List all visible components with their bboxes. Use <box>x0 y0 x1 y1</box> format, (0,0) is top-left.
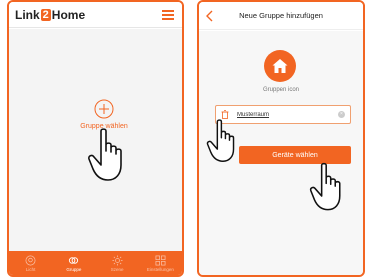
app-header: Link 2 Home <box>9 2 182 28</box>
tab-einstellungen[interactable]: Einstellungen <box>139 251 182 275</box>
group-icon-button[interactable] <box>264 50 296 82</box>
hamburger-menu-icon[interactable] <box>162 9 174 20</box>
grid-icon <box>155 255 166 265</box>
left-phone-screen: Link 2 Home Gruppe wählen Licht Gruppe S… <box>7 0 184 277</box>
tab-szene[interactable]: Szene <box>96 251 139 275</box>
app-logo: Link 2 Home <box>15 7 85 23</box>
tab-einstellungen-label: Einstellungen <box>146 266 174 272</box>
bottom-tab-bar: Licht Gruppe Szene Einstellungen <box>9 251 182 275</box>
sun-icon <box>112 254 123 266</box>
clear-icon[interactable]: × <box>338 111 345 118</box>
hand-pointer-icon <box>88 128 122 181</box>
hand-pointer-icon <box>309 162 341 211</box>
tab-licht[interactable]: Licht <box>9 251 52 275</box>
tab-szene-label: Szene <box>110 266 124 272</box>
app-header: Neue Gruppe hinzufügen <box>199 2 363 30</box>
logo-text-two: 2 <box>40 9 51 21</box>
logo-text-home: Home <box>51 8 86 22</box>
bulb-circle-icon <box>25 255 36 265</box>
page-title: Neue Gruppe hinzufügen <box>239 11 323 20</box>
logo-text-link: Link <box>15 8 40 22</box>
group-icon-label: Gruppen icon <box>262 87 300 93</box>
group-name-value: Musterraum <box>237 111 270 118</box>
tab-licht-label: Licht <box>25 266 36 272</box>
plus-circle-icon <box>94 99 114 119</box>
linked-rings-icon <box>69 256 79 264</box>
hand-pointer-icon <box>206 119 235 162</box>
tab-gruppe[interactable]: Gruppe <box>52 251 95 275</box>
tab-gruppe-label: Gruppe <box>66 266 82 272</box>
right-phone-screen: Neue Gruppe hinzufügen Gruppen icon Must… <box>197 0 365 277</box>
house-icon <box>272 59 288 73</box>
